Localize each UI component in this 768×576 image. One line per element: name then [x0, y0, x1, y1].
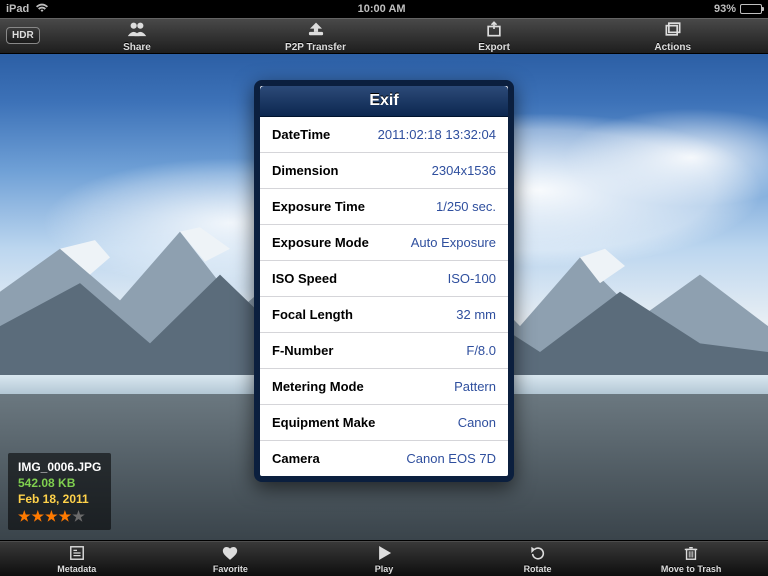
toolbar-item-label: Export — [478, 42, 510, 53]
hdr-button[interactable]: HDR — [6, 27, 40, 44]
toolbar-item-label: Actions — [654, 42, 691, 53]
exif-value: Canon EOS 7D — [406, 451, 496, 466]
exif-row: Metering Mode Pattern — [260, 369, 508, 405]
share-button[interactable]: Share — [48, 19, 227, 53]
exif-label: Exposure Mode — [272, 235, 369, 250]
trash-icon — [682, 545, 700, 563]
exif-value: 32 mm — [456, 307, 496, 322]
toolbar-item-label: P2P Transfer — [285, 42, 346, 53]
exif-label: Metering Mode — [272, 379, 364, 394]
file-date-label: Feb 18, 2011 — [18, 491, 101, 507]
exif-value: Pattern — [454, 379, 496, 394]
bottom-item-label: Rotate — [524, 564, 552, 574]
actions-button[interactable]: Actions — [583, 19, 762, 53]
exif-value: ISO-100 — [448, 271, 496, 286]
exif-value: F/8.0 — [466, 343, 496, 358]
play-icon — [375, 545, 393, 563]
exif-label: F-Number — [272, 343, 333, 358]
people-icon — [127, 20, 147, 41]
play-button[interactable]: Play — [307, 544, 461, 574]
file-size-label: 542.08 KB — [18, 475, 101, 491]
metadata-icon — [68, 545, 86, 563]
exif-label: Equipment Make — [272, 415, 375, 430]
exif-row: Equipment Make Canon — [260, 405, 508, 441]
exif-row: F-Number F/8.0 — [260, 333, 508, 369]
exif-popover: Exif DateTime 2011:02:18 13:32:04 Dimensio… — [254, 80, 514, 482]
exif-row: DateTime 2011:02:18 13:32:04 — [260, 117, 508, 153]
clock-label: 10:00 AM — [358, 3, 406, 15]
bottom-toolbar: Metadata Favorite Play Rotate Move to Tr… — [0, 540, 768, 576]
exif-label: Focal Length — [272, 307, 353, 322]
exif-value: Auto Exposure — [411, 235, 496, 250]
exif-value: 2011:02:18 13:32:04 — [378, 127, 496, 142]
status-bar: iPad 10:00 AM 93% — [0, 0, 768, 18]
exif-label: Camera — [272, 451, 320, 466]
exif-label: DateTime — [272, 127, 330, 142]
bottom-item-label: Favorite — [213, 564, 248, 574]
file-name-label: IMG_0006.JPG — [18, 459, 101, 475]
bottom-item-label: Play — [375, 564, 394, 574]
rotate-button[interactable]: Rotate — [461, 544, 615, 574]
export-button[interactable]: Export — [405, 19, 584, 53]
export-icon — [484, 20, 504, 41]
exif-label: ISO Speed — [272, 271, 337, 286]
stack-icon — [663, 20, 683, 41]
move-to-trash-button[interactable]: Move to Trash — [614, 544, 768, 574]
exif-row: Camera Canon EOS 7D — [260, 441, 508, 476]
popover-title: Exif — [260, 86, 508, 117]
rating-stars[interactable]: ★★★★★ — [18, 507, 101, 526]
exif-row: Dimension 2304x1536 — [260, 153, 508, 189]
heart-icon — [221, 545, 239, 563]
exif-row: ISO Speed ISO-100 — [260, 261, 508, 297]
exif-rows: DateTime 2011:02:18 13:32:04 Dimension 2304… — [260, 117, 508, 476]
favorite-button[interactable]: Favorite — [154, 544, 308, 574]
metadata-button[interactable]: Metadata — [0, 544, 154, 574]
bottom-item-label: Metadata — [57, 564, 96, 574]
toolbar-item-label: Share — [123, 42, 151, 53]
file-info-overlay: IMG_0006.JPG 542.08 KB Feb 18, 2011 ★★★★… — [8, 453, 111, 530]
exif-row: Exposure Time 1/250 sec. — [260, 189, 508, 225]
exif-label: Dimension — [272, 163, 338, 178]
exif-row: Exposure Mode Auto Exposure — [260, 225, 508, 261]
exif-value: 2304x1536 — [432, 163, 496, 178]
exif-label: Exposure Time — [272, 199, 365, 214]
battery-pct-label: 93% — [714, 3, 736, 15]
transfer-icon — [306, 20, 326, 41]
battery-icon — [740, 4, 762, 14]
exif-row: Focal Length 32 mm — [260, 297, 508, 333]
top-toolbar: HDR Share P2P Transfer Export Actions — [0, 18, 768, 54]
bottom-item-label: Move to Trash — [661, 564, 722, 574]
exif-value: 1/250 sec. — [436, 199, 496, 214]
device-label: iPad — [6, 3, 29, 15]
wifi-icon — [35, 3, 49, 16]
rotate-icon — [529, 545, 547, 563]
p2p-transfer-button[interactable]: P2P Transfer — [226, 19, 405, 53]
exif-value: Canon — [458, 415, 496, 430]
